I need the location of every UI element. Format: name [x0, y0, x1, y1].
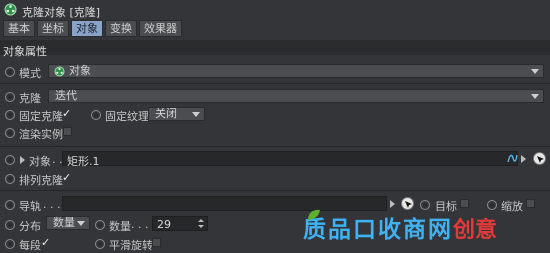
distribution-dropdown[interactable]: 数量 — [46, 216, 90, 230]
object-label-dots: . . — [52, 153, 63, 166]
arrange-clones-checkbox[interactable]: ✓ — [62, 171, 71, 184]
mode-value: 对象 — [69, 64, 91, 77]
chevron-down-icon — [77, 221, 85, 226]
fix-clone-label: 固定克隆 — [19, 110, 63, 123]
render-instances-keyframe-radio[interactable] — [5, 128, 15, 138]
scale-checkbox[interactable] — [526, 199, 535, 208]
scale-label: 缩放 — [501, 200, 523, 213]
chevron-down-icon — [192, 112, 200, 117]
count-input[interactable]: 29 — [152, 216, 208, 231]
distribution-label: 分布 — [19, 220, 41, 233]
chevron-down-icon — [531, 69, 539, 74]
fix-texture-dropdown[interactable]: 关闭 — [148, 107, 205, 121]
target-checkbox[interactable] — [460, 199, 469, 208]
target-keyframe-radio[interactable] — [420, 200, 430, 210]
fix-texture-value: 关闭 — [155, 107, 177, 120]
object-mode-icon — [54, 66, 65, 77]
panel-title: 克隆对象 [克隆] — [22, 6, 101, 19]
count-value: 29 — [157, 218, 171, 231]
arrange-clones-label: 排列克隆 — [19, 174, 63, 187]
section-title: 对象属性 — [3, 45, 47, 58]
watermark-text: 质品口收商网 — [303, 217, 453, 243]
mode-dropdown[interactable]: 对象 — [48, 64, 544, 78]
smooth-rotation-keyframe-radio[interactable] — [95, 239, 105, 249]
render-instances-checkbox[interactable] — [63, 127, 72, 136]
divider — [0, 83, 550, 84]
tab-basic[interactable]: 基本 — [3, 20, 35, 37]
object-link-field[interactable]: 矩形.1 — [62, 151, 518, 168]
pick-object-icon[interactable] — [533, 152, 546, 165]
render-instances-label: 渲染实例 — [19, 128, 63, 141]
link-menu-arrow-icon[interactable] — [521, 155, 526, 163]
fix-clone-keyframe-radio[interactable] — [5, 110, 15, 120]
cloner-icon — [4, 3, 17, 16]
rail-link-field[interactable] — [62, 196, 387, 211]
per-segment-keyframe-radio[interactable] — [5, 239, 15, 249]
distribution-value: 数量 — [53, 216, 75, 229]
arrange-clones-keyframe-radio[interactable] — [5, 174, 15, 184]
clone-dropdown[interactable]: 迭代 — [48, 89, 544, 103]
watermark-suffix: 创意 — [453, 218, 498, 243]
expand-triangle-icon[interactable] — [20, 156, 25, 164]
pick-object-icon[interactable] — [401, 197, 414, 210]
object-label: 对象 — [29, 155, 51, 168]
tab-object[interactable]: 对象 — [71, 20, 103, 37]
distribution-keyframe-radio[interactable] — [5, 220, 15, 230]
fix-texture-keyframe-radio[interactable] — [91, 110, 101, 120]
link-menu-arrow-icon[interactable] — [390, 200, 395, 208]
count-label: 数量 — [109, 220, 131, 233]
per-segment-checkbox[interactable]: ✓ — [41, 236, 50, 249]
leaf-icon — [308, 209, 320, 220]
divider — [0, 146, 550, 147]
tab-bar: 基本 坐标 对象 变换 效果器 — [3, 20, 182, 37]
attribute-manager: { "title": "克隆对象 [克隆]", "tabs": ["基本", "… — [0, 0, 550, 252]
mode-label: 模式 — [19, 67, 41, 80]
fix-texture-label: 固定纹理 — [105, 110, 149, 123]
divider — [0, 190, 550, 191]
section-header — [0, 40, 550, 55]
smooth-rotation-checkbox[interactable] — [152, 238, 161, 247]
tab-effectors[interactable]: 效果器 — [139, 20, 182, 37]
fix-clone-checkbox[interactable]: ✓ — [62, 107, 71, 120]
object-keyframe-radio[interactable] — [5, 155, 15, 165]
tab-coordinates[interactable]: 坐标 — [37, 20, 69, 37]
clone-keyframe-radio[interactable] — [5, 92, 15, 102]
watermark: 质品口收商网创意 — [303, 209, 498, 248]
stepper-arrows-icon[interactable] — [198, 218, 204, 230]
count-label-dots: . . . — [131, 218, 149, 231]
clone-value: 迭代 — [55, 89, 77, 102]
chevron-down-icon — [531, 94, 539, 99]
scale-keyframe-radio[interactable] — [487, 200, 497, 210]
object-link-value: 矩形.1 — [67, 155, 100, 168]
spline-icon[interactable] — [507, 153, 518, 167]
clone-label: 克隆 — [19, 92, 41, 105]
count-keyframe-radio[interactable] — [95, 220, 105, 230]
mode-keyframe-radio[interactable] — [5, 67, 15, 77]
rail-keyframe-radio[interactable] — [5, 200, 15, 210]
tab-transform[interactable]: 变换 — [105, 20, 137, 37]
